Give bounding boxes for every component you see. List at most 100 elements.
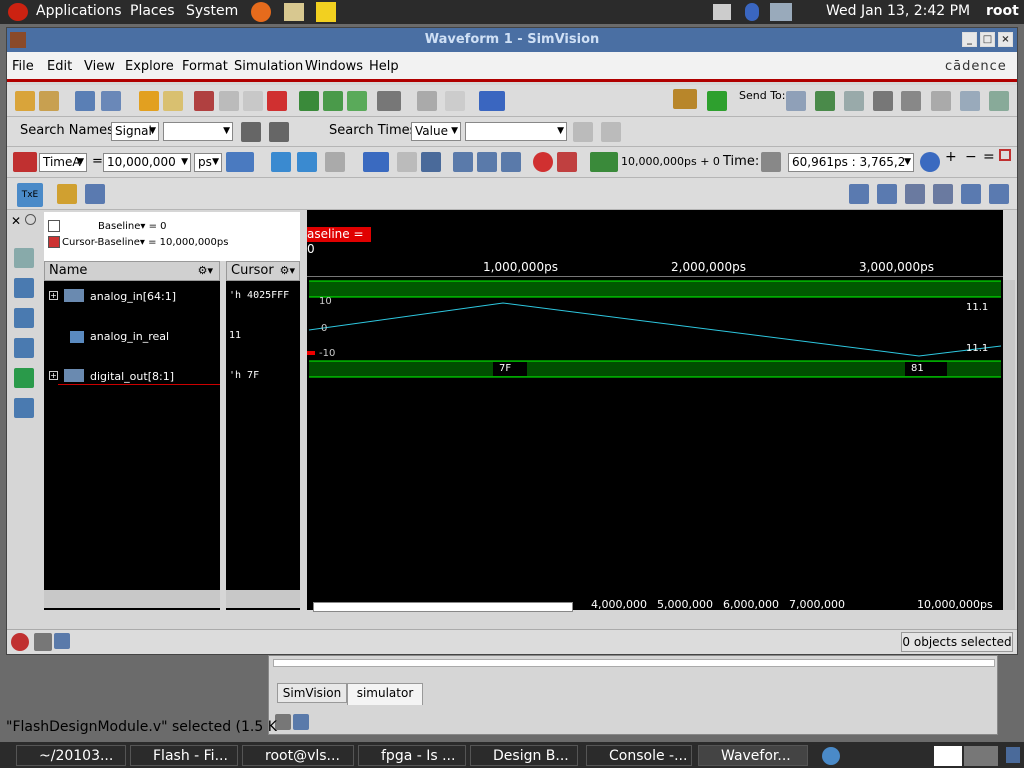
- cursor-pane-scrollbar[interactable]: [226, 590, 300, 608]
- task-flash[interactable]: Flash - Fi...: [130, 745, 238, 766]
- send-source-icon[interactable]: [931, 91, 951, 111]
- step-in-icon[interactable]: [453, 152, 473, 172]
- applications-menu[interactable]: Applications: [36, 3, 122, 19]
- status-target-icon[interactable]: [11, 633, 29, 651]
- side-hierarchy-icon[interactable]: [14, 278, 34, 298]
- zoom-fit-icon[interactable]: =: [983, 149, 995, 165]
- expand-icon[interactable]: [323, 91, 343, 111]
- cut-icon[interactable]: [194, 91, 214, 111]
- open-icon[interactable]: [15, 91, 35, 111]
- task-console[interactable]: Console -...: [586, 745, 692, 766]
- marker-add-icon[interactable]: [961, 184, 981, 204]
- send-watch-icon[interactable]: [960, 91, 980, 111]
- search-times-next-icon[interactable]: [601, 122, 621, 142]
- prev-edge-icon[interactable]: [271, 152, 291, 172]
- workspace-2[interactable]: [964, 746, 998, 766]
- side-memory-icon[interactable]: [14, 398, 34, 418]
- signal-analog-in[interactable]: analog_in[64:1]: [90, 290, 176, 303]
- menu-file[interactable]: File: [12, 59, 34, 74]
- send-waveform-icon[interactable]: [815, 91, 835, 111]
- send-schematic-icon[interactable]: [844, 91, 864, 111]
- baseline-icon[interactable]: [48, 220, 60, 232]
- print-icon[interactable]: [445, 91, 465, 111]
- step-over-icon[interactable]: [477, 152, 497, 172]
- baseline-label[interactable]: Baseline▾ = 0: [98, 221, 167, 232]
- menu-windows[interactable]: Windows: [305, 59, 363, 74]
- run-icon[interactable]: [363, 152, 389, 172]
- layout-icon[interactable]: [479, 91, 505, 111]
- send-console-icon[interactable]: [989, 91, 1009, 111]
- search-names-next-icon[interactable]: [269, 122, 289, 142]
- menu-explore[interactable]: Explore: [125, 59, 174, 74]
- expand-digital-out-icon[interactable]: +: [49, 371, 58, 380]
- signal-digital-out[interactable]: digital_out[8:1]: [90, 370, 174, 383]
- side-design-browser-icon[interactable]: [14, 248, 34, 268]
- timeline-scroll-thumb[interactable]: [313, 602, 573, 612]
- send-design-browser-icon[interactable]: [786, 91, 806, 111]
- window-menu-icon[interactable]: [10, 32, 26, 48]
- find-icon[interactable]: [377, 91, 401, 111]
- collapse-icon[interactable]: [347, 91, 367, 111]
- add-icon[interactable]: [707, 91, 727, 111]
- zoom-cursor-icon[interactable]: [999, 149, 1011, 161]
- search-names-icon[interactable]: [241, 122, 261, 142]
- trash-icon[interactable]: [1006, 747, 1020, 763]
- search-times-type-select[interactable]: Value ▼: [411, 122, 461, 141]
- step-out-icon[interactable]: [501, 152, 521, 172]
- expand-analog-in-icon[interactable]: +: [49, 291, 58, 300]
- workspace-1[interactable]: [934, 746, 962, 766]
- menu-help[interactable]: Help: [369, 59, 399, 74]
- cursor-baseline-label[interactable]: Cursor-Baseline▾ = 10,000,000ps: [62, 237, 228, 248]
- search-times-prev-icon[interactable]: [573, 122, 593, 142]
- search-names-type-select[interactable]: Signal ▼: [111, 122, 159, 141]
- next-edge-icon[interactable]: [297, 152, 317, 172]
- system-menu[interactable]: System: [186, 3, 238, 19]
- waveform-vscrollbar[interactable]: [1003, 280, 1015, 610]
- close-icon[interactable]: ×: [998, 32, 1013, 47]
- send-memory-icon[interactable]: [901, 91, 921, 111]
- copy-icon[interactable]: [219, 91, 239, 111]
- marker-list-icon[interactable]: [989, 184, 1009, 204]
- firefox-icon[interactable]: [251, 2, 271, 22]
- paste-icon[interactable]: [243, 91, 263, 111]
- menu-simulation[interactable]: Simulation: [234, 59, 303, 74]
- zoom-icon[interactable]: [920, 152, 940, 172]
- clock[interactable]: Wed Jan 13, 2:42 PM: [826, 3, 970, 19]
- signal-analog-in-real[interactable]: analog_in_real: [90, 330, 169, 343]
- marker-delete-icon[interactable]: [905, 184, 925, 204]
- status-save-icon[interactable]: [54, 633, 70, 649]
- task-terminal-home[interactable]: ~/20103...: [16, 745, 126, 766]
- task-root-terminal[interactable]: root@vls...: [242, 745, 354, 766]
- title-bar[interactable]: Waveform 1 - SimVision _ □ ×: [7, 28, 1017, 52]
- txe-icon[interactable]: TxE: [17, 183, 43, 207]
- console-save-icon[interactable]: [293, 714, 309, 730]
- menu-format[interactable]: Format: [182, 59, 228, 74]
- search-times-input[interactable]: ▼: [465, 122, 567, 141]
- step-icon[interactable]: [397, 152, 417, 172]
- cursor-flag-icon[interactable]: [13, 152, 37, 172]
- cursor-time-input[interactable]: 10,000,000 ▼: [103, 153, 191, 172]
- group-icon[interactable]: [299, 91, 319, 111]
- signal-insert-icon[interactable]: [85, 184, 105, 204]
- task-fpga-browser[interactable]: fpga - Is ...: [358, 745, 466, 766]
- task-design-browser[interactable]: Design B...: [470, 745, 578, 766]
- marker-delete-all-icon[interactable]: [933, 184, 953, 204]
- waveform-pane[interactable]: aseline = 0 1,000,000ps 2,000,000ps 3,00…: [307, 210, 1003, 612]
- undo-icon[interactable]: [139, 91, 159, 111]
- side-close-icon[interactable]: ✕: [11, 214, 21, 228]
- task-waveform[interactable]: Wavefor...: [698, 745, 808, 766]
- user-name[interactable]: root: [986, 3, 1019, 19]
- volume-icon[interactable]: [713, 4, 731, 20]
- name-pane-scrollbar[interactable]: [44, 590, 220, 608]
- edge-mode-icon[interactable]: [325, 152, 345, 172]
- cursor-select[interactable]: TimeA ▼: [39, 153, 87, 172]
- name-column-header[interactable]: Name ⚙▾: [44, 261, 220, 281]
- status-wave-icon[interactable]: [34, 633, 52, 651]
- marker-next-icon[interactable]: [877, 184, 897, 204]
- cursor-baseline-icon[interactable]: [48, 236, 60, 248]
- signal-group-icon[interactable]: [57, 184, 77, 204]
- side-register-icon[interactable]: [14, 338, 34, 358]
- network-icon[interactable]: [770, 3, 792, 21]
- rewind-icon[interactable]: [421, 152, 441, 172]
- notes-icon[interactable]: [284, 3, 304, 21]
